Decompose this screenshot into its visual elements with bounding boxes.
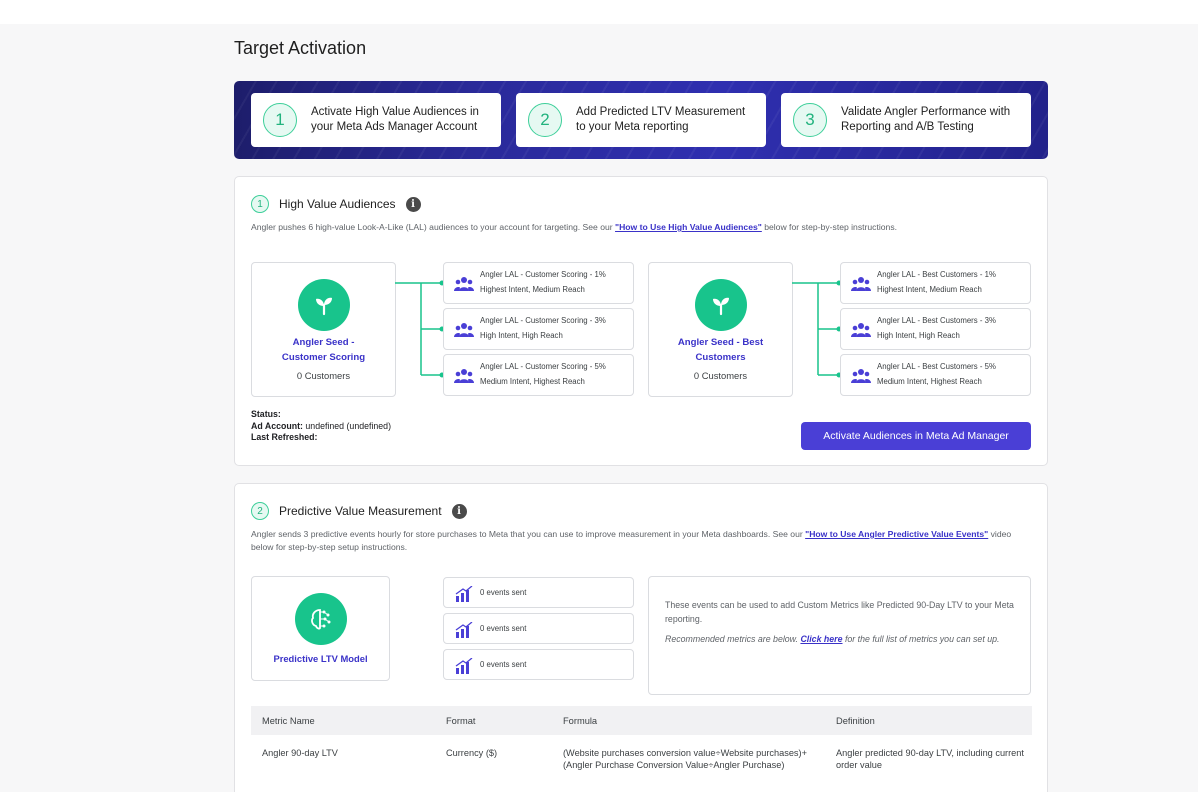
step-card-3: 3 Validate Angler Performance with Repor… bbox=[781, 93, 1031, 147]
lal-audience-card[interactable]: Angler LAL - Best Customers - 5% Medium … bbox=[840, 354, 1031, 396]
section-description: Angler pushes 6 high-value Look-A-Like (… bbox=[251, 221, 1031, 234]
lal-title: Angler LAL - Best Customers - 3% bbox=[877, 316, 996, 325]
users-icon bbox=[851, 277, 871, 291]
status-block: Status: Ad Account: undefined (undefined… bbox=[251, 409, 391, 444]
sprout-icon bbox=[298, 279, 350, 331]
connector-lines bbox=[395, 280, 445, 378]
seed-customer-scoring[interactable]: Angler Seed - Customer Scoring 0 Custome… bbox=[251, 262, 396, 397]
event-card: 0 events sent bbox=[443, 613, 634, 644]
users-icon bbox=[454, 277, 474, 291]
lal-title: Angler LAL - Customer Scoring - 3% bbox=[480, 316, 606, 325]
growth-chart-icon bbox=[455, 658, 473, 674]
page-title: Target Activation bbox=[234, 38, 367, 58]
event-card: 0 events sent bbox=[443, 577, 634, 608]
definition-cell: Angler predicted 90-day LTV, including c… bbox=[836, 748, 1024, 770]
info-icon[interactable]: i bbox=[451, 503, 467, 519]
step-number: 1 bbox=[263, 103, 297, 137]
desc-text: Angler pushes 6 high-value Look-A-Like (… bbox=[251, 222, 616, 232]
step-text: Validate Angler Performance with Reporti… bbox=[841, 106, 1011, 133]
users-icon bbox=[454, 369, 474, 383]
how-to-pve-link[interactable]: "How to Use Angler Predictive Value Even… bbox=[805, 529, 988, 539]
lal-subtitle: Medium Intent, Highest Reach bbox=[480, 377, 585, 386]
metric-name-cell: Angler 90-day LTV bbox=[262, 748, 338, 758]
note-span: Recommended metrics are below. bbox=[665, 634, 801, 644]
event-count: 0 events sent bbox=[480, 588, 527, 597]
model-name: Predictive LTV Model bbox=[273, 653, 368, 664]
section-number: 1 bbox=[251, 195, 269, 213]
formula-cell: (Website purchases conversion value÷Webs… bbox=[563, 748, 807, 770]
table-row: Angler 90-day LTV Currency ($) (Website … bbox=[251, 735, 1032, 792]
section-header: 1 High Value Audiences i bbox=[251, 195, 421, 213]
metrics-table: Metric Name Format Formula Definition An… bbox=[251, 706, 1032, 792]
last-refreshed-label: Last Refreshed: bbox=[251, 432, 318, 442]
growth-chart-icon bbox=[455, 622, 473, 638]
sprout-icon bbox=[695, 279, 747, 331]
section-header: 2 Predictive Value Measurement i bbox=[251, 502, 467, 520]
format-cell: Currency ($) bbox=[446, 748, 498, 758]
lal-subtitle: High Intent, High Reach bbox=[480, 331, 563, 340]
column-header: Metric Name bbox=[262, 715, 315, 726]
users-icon bbox=[851, 323, 871, 337]
seed-count: 0 Customers bbox=[693, 370, 748, 381]
lal-subtitle: Medium Intent, Highest Reach bbox=[877, 377, 982, 386]
note-span: for the full list of metrics you can set… bbox=[842, 634, 1000, 644]
desc-text: Angler sends 3 predictive events hourly … bbox=[251, 529, 806, 539]
lal-title: Angler LAL - Customer Scoring - 5% bbox=[480, 362, 606, 371]
brain-icon bbox=[295, 593, 347, 645]
step-text: Activate High Value Audiences in your Me… bbox=[311, 106, 479, 133]
lal-audience-card[interactable]: Angler LAL - Customer Scoring - 1% Highe… bbox=[443, 262, 634, 304]
users-icon bbox=[851, 369, 871, 383]
section-title: Predictive Value Measurement bbox=[279, 504, 442, 518]
lal-audience-card[interactable]: Angler LAL - Best Customers - 3% High In… bbox=[840, 308, 1031, 350]
connector-lines bbox=[792, 280, 842, 378]
event-count: 0 events sent bbox=[480, 660, 527, 669]
seed-name: Angler Seed - Customer Scoring bbox=[281, 337, 366, 363]
predictive-ltv-model-card[interactable]: Predictive LTV Model bbox=[251, 576, 390, 681]
steps-banner: 1 Activate High Value Audiences in your … bbox=[234, 81, 1048, 159]
step-card-1: 1 Activate High Value Audiences in your … bbox=[251, 93, 501, 147]
lal-subtitle: Highest Intent, Medium Reach bbox=[480, 285, 585, 294]
note-text: These events can be used to add Custom M… bbox=[665, 600, 1014, 624]
status-label: Status: bbox=[251, 409, 281, 419]
seed-count: 0 Customers bbox=[296, 370, 351, 381]
step-text: Add Predicted LTV Measurement to your Me… bbox=[576, 106, 746, 133]
column-header: Format bbox=[446, 715, 476, 726]
lal-title: Angler LAL - Best Customers - 1% bbox=[877, 270, 996, 279]
ad-account-label: Ad Account: bbox=[251, 420, 303, 431]
event-count: 0 events sent bbox=[480, 624, 527, 633]
section-number: 2 bbox=[251, 502, 269, 520]
growth-chart-icon bbox=[455, 586, 473, 602]
table-header: Metric Name Format Formula Definition bbox=[251, 706, 1032, 735]
how-to-hva-link[interactable]: "How to Use High Value Audiences" bbox=[615, 222, 762, 232]
section-description: Angler sends 3 predictive events hourly … bbox=[251, 528, 1031, 554]
step-number: 2 bbox=[528, 103, 562, 137]
lal-audience-card[interactable]: Angler LAL - Customer Scoring - 3% High … bbox=[443, 308, 634, 350]
top-bar bbox=[0, 0, 1198, 24]
step-card-2: 2 Add Predicted LTV Measurement to your … bbox=[516, 93, 766, 147]
high-value-audiences-card: 1 High Value Audiences i Angler pushes 6… bbox=[234, 176, 1048, 466]
seed-best-customers[interactable]: Angler Seed - Best Customers 0 Customers bbox=[648, 262, 793, 397]
seed-name: Angler Seed - Best Customers bbox=[677, 337, 764, 363]
lal-audience-card[interactable]: Angler LAL - Customer Scoring - 5% Mediu… bbox=[443, 354, 634, 396]
custom-metrics-note: These events can be used to add Custom M… bbox=[648, 576, 1031, 695]
column-header: Formula bbox=[563, 715, 598, 726]
info-icon[interactable]: i bbox=[405, 196, 421, 212]
section-title: High Value Audiences bbox=[279, 197, 396, 211]
lal-subtitle: Highest Intent, Medium Reach bbox=[877, 285, 982, 294]
activate-audiences-button[interactable]: Activate Audiences in Meta Ad Manager bbox=[801, 422, 1031, 450]
click-here-link[interactable]: Click here bbox=[800, 634, 842, 644]
lal-title: Angler LAL - Best Customers - 5% bbox=[877, 362, 996, 371]
users-icon bbox=[454, 323, 474, 337]
lal-subtitle: High Intent, High Reach bbox=[877, 331, 960, 340]
step-number: 3 bbox=[793, 103, 827, 137]
ad-account-value: undefined (undefined) bbox=[302, 420, 392, 431]
predictive-value-measurement-card: 2 Predictive Value Measurement i Angler … bbox=[234, 483, 1048, 792]
desc-text: below for step-by-step instructions. bbox=[761, 222, 897, 232]
lal-title: Angler LAL - Customer Scoring - 1% bbox=[480, 270, 606, 279]
lal-audience-card[interactable]: Angler LAL - Best Customers - 1% Highest… bbox=[840, 262, 1031, 304]
column-header: Definition bbox=[836, 715, 875, 726]
event-card: 0 events sent bbox=[443, 649, 634, 680]
note-text: Recommended metrics are below. Click her… bbox=[665, 633, 1014, 647]
